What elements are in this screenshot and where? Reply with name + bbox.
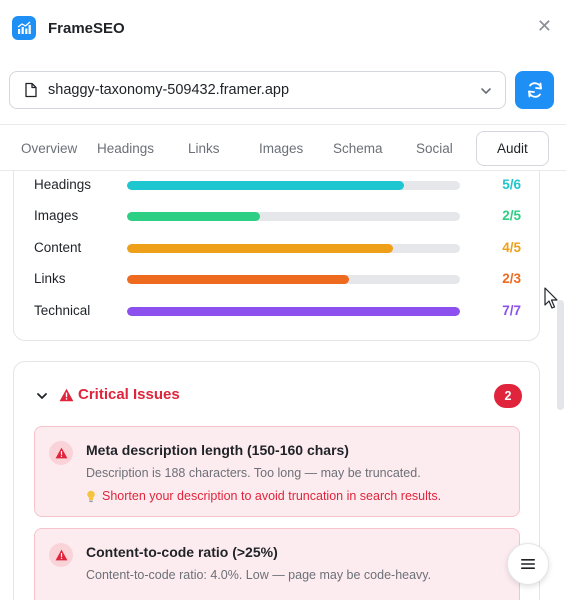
score-bar-fill (127, 275, 350, 284)
critical-title-group: Critical Issues (59, 386, 180, 403)
chevron-down-icon (481, 88, 491, 94)
hamburger-menu-icon (521, 559, 535, 569)
tab-images[interactable]: Images (259, 141, 303, 156)
score-bar (127, 212, 460, 221)
score-value: 4/5 (502, 240, 521, 255)
refresh-button[interactable] (515, 71, 554, 109)
warning-icon (49, 441, 73, 465)
issue-tip: Shorten your description to avoid trunca… (86, 489, 441, 503)
tab-links[interactable]: Links (188, 141, 220, 156)
score-row-technical: Technical 7/7 (34, 302, 524, 322)
mouse-cursor-icon (544, 287, 558, 309)
category-score-card: Headings 5/6 Images 2/5 Content 4/5 Link… (13, 150, 540, 341)
file-icon (25, 82, 37, 98)
app-header: FrameSEO ✕ (0, 0, 566, 56)
warning-icon (49, 543, 73, 567)
score-value: 2/3 (502, 271, 521, 286)
score-label: Headings (34, 177, 92, 192)
tab-schema[interactable]: Schema (333, 141, 383, 156)
issue-tip-text: Shorten your description to avoid trunca… (102, 489, 442, 503)
score-row-content: Content 4/5 (34, 239, 524, 259)
tab-overview[interactable]: Overview (21, 141, 77, 156)
app-title: FrameSEO (48, 19, 125, 37)
score-value: 7/7 (502, 303, 521, 318)
critical-issues-panel: Critical Issues 2 Meta description lengt… (13, 361, 540, 600)
issue-card: Content-to-code ratio (>25%) Content-to-… (34, 528, 520, 600)
score-value: 2/5 (502, 208, 521, 223)
issue-title: Content-to-code ratio (>25%) (86, 544, 278, 560)
critical-issues-title: Critical Issues (78, 386, 180, 403)
issue-description: Content-to-code ratio: 4.0%. Low — page … (86, 568, 432, 582)
tab-social[interactable]: Social (416, 141, 453, 156)
refresh-icon (527, 82, 542, 98)
chevron-down-icon[interactable] (36, 390, 48, 402)
chart-logo-icon (12, 16, 36, 40)
score-row-images: Images 2/5 (34, 207, 524, 227)
issue-description: Description is 188 characters. Too long … (86, 466, 421, 480)
issue-card: Meta description length (150-160 chars) … (34, 426, 520, 517)
score-label: Content (34, 240, 82, 255)
score-bar (127, 275, 460, 284)
menu-button[interactable] (507, 543, 549, 585)
warning-icon (59, 388, 74, 401)
tab-bar: Overview Headings Links Images Schema So… (0, 124, 566, 171)
score-bar-fill (127, 307, 460, 316)
score-row-links: Links 2/3 (34, 270, 524, 290)
score-value: 5/6 (502, 177, 521, 192)
critical-issues-header[interactable]: Critical Issues 2 (14, 384, 539, 408)
score-label: Links (34, 271, 66, 286)
score-label: Images (34, 208, 79, 223)
tab-audit[interactable]: Audit (476, 131, 549, 166)
score-bar-fill (127, 212, 261, 221)
score-row-headings: Headings 5/6 (34, 176, 524, 196)
score-bar (127, 181, 460, 190)
issue-title: Meta description length (150-160 chars) (86, 442, 349, 458)
tab-headings[interactable]: Headings (97, 141, 154, 156)
lightbulb-icon (86, 490, 96, 503)
score-label: Technical (34, 303, 91, 318)
close-icon[interactable]: ✕ (537, 17, 552, 35)
critical-count-badge: 2 (494, 384, 522, 408)
score-bar-fill (127, 181, 405, 190)
url-select-value: shaggy-taxonomy-509432.framer.app (48, 82, 290, 98)
scrollbar-thumb[interactable] (557, 300, 564, 410)
url-select[interactable]: shaggy-taxonomy-509432.framer.app (9, 71, 506, 109)
score-bar-fill (127, 244, 394, 253)
score-bar (127, 307, 460, 316)
score-bar (127, 244, 460, 253)
